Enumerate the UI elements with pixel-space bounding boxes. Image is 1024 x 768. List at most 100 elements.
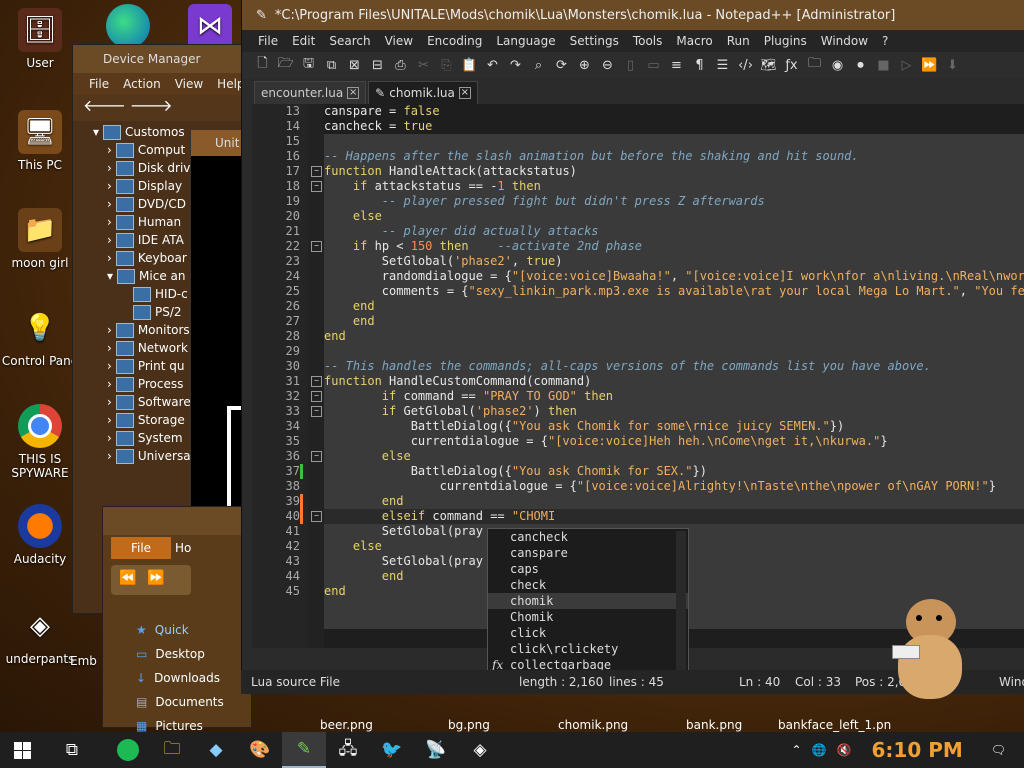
network-tray-icon[interactable]: 🌐 (812, 743, 827, 757)
save-all-icon[interactable]: ⧉ (323, 57, 340, 74)
close-tab-icon[interactable]: × (458, 87, 471, 99)
autocomplete-item[interactable]: caps (488, 561, 688, 577)
code-line[interactable]: 24 randomdialogue = {"[voice:voice]Bwaah… (286, 269, 1024, 284)
code-line[interactable]: 34 BattleDialog({"You ask Chomik for som… (286, 419, 1024, 434)
taskbar-notepadpp[interactable]: ✎ (282, 732, 326, 768)
menu-search[interactable]: Search (329, 34, 370, 48)
clock[interactable]: 6:10 PM (871, 738, 962, 762)
code-line[interactable]: 33− if GetGlobal('phase2') then (286, 404, 1024, 419)
monitoring-icon[interactable]: ◉ (829, 57, 846, 74)
paste-icon[interactable]: 📋 (461, 57, 478, 74)
word-wrap-icon[interactable]: ≡ (668, 57, 685, 74)
tab-chomik-lua[interactable]: ✎ chomik.lua × (368, 81, 478, 104)
code-line[interactable]: 23 SetGlobal('phase2', true) (286, 254, 1024, 269)
code-line[interactable]: 21 -- player did actually attacks (286, 224, 1024, 239)
taskbar-spotify[interactable] (106, 732, 150, 768)
tab-encounter-lua[interactable]: encounter.lua × (254, 81, 367, 104)
volume-mute-icon[interactable]: 🔇 (837, 743, 852, 757)
code-line[interactable]: 38 currentdialogue = {"[voice:voice]Alri… (286, 479, 1024, 494)
menu-action[interactable]: Action (123, 77, 161, 91)
hidden-icons-chevron-icon[interactable]: ⌃ (792, 743, 802, 757)
quick-access-item[interactable]: ▭ Desktop (136, 642, 224, 666)
file-name[interactable]: bankface_left_1.pn (778, 718, 891, 732)
xml-tag-icon[interactable]: ‹/› (737, 57, 754, 74)
fold-toggle-icon[interactable]: − (311, 181, 322, 192)
menu-file[interactable]: File (89, 77, 109, 91)
taskbar-unity[interactable]: ◈ (458, 732, 502, 768)
menu-edit[interactable]: Edit (292, 34, 315, 48)
code-line[interactable]: 30 -- This handles the commands; all-caps… (286, 359, 1024, 374)
code-line[interactable]: 31− function HandleCustomCommand(command) (286, 374, 1024, 389)
autocomplete-item[interactable]: check (488, 577, 688, 593)
code-line[interactable]: 40− elseif command == "CHOMI (286, 509, 1024, 524)
stop-macro-icon[interactable]: ■ (875, 57, 892, 74)
code-line[interactable]: 36− else (286, 449, 1024, 464)
menu-view[interactable]: View (175, 77, 203, 91)
desktop-icon-user[interactable]: 🗄 User (0, 8, 80, 70)
fold-toggle-icon[interactable]: − (311, 166, 322, 177)
fold-toggle-icon[interactable]: − (311, 241, 322, 252)
taskbar-network[interactable]: 🖧 (326, 732, 370, 768)
code-line[interactable]: 39 end (286, 494, 1024, 509)
indent-guide-icon[interactable]: ☰ (714, 57, 731, 74)
code-line[interactable]: 20 else (286, 209, 1024, 224)
zoom-out-icon[interactable]: ⊖ (599, 57, 616, 74)
open-file-icon[interactable]: 🗁 (277, 56, 294, 74)
notifications-icon[interactable]: 🗨 (991, 743, 1006, 757)
menu-encoding[interactable]: Encoding (427, 34, 482, 48)
taskbar-paint[interactable]: 🎨 (238, 732, 282, 768)
taskbar-mspaint[interactable]: ◆ (194, 732, 238, 768)
forward-icon[interactable]: ⏩ (147, 570, 164, 586)
quick-access-item[interactable]: ★ Quick (136, 618, 224, 642)
file-name[interactable]: chomik.png (558, 718, 628, 732)
code-line[interactable]: 29 (286, 344, 1024, 359)
desktop-icon-this-pc[interactable]: 🖥 This PC (0, 110, 80, 172)
code-line[interactable]: 22− if hp < 150 then --activate 2nd phas… (286, 239, 1024, 254)
autocomplete-item-selected[interactable]: chomik (488, 593, 688, 609)
new-file-icon[interactable]: 🗋 (254, 56, 271, 74)
close-tab-icon[interactable]: × (347, 87, 360, 99)
desktop-icon-chrome[interactable]: THIS IS SPYWARE (0, 404, 80, 480)
fold-toggle-icon[interactable]: − (311, 376, 322, 387)
code-line[interactable]: 19 -- player pressed fight but didn't pr… (286, 194, 1024, 209)
taskbar-bird[interactable]: 🐦 (370, 732, 414, 768)
autocomplete-item[interactable]: click (488, 625, 688, 641)
code-line[interactable]: 28 end (286, 329, 1024, 344)
menu-window[interactable]: Window (821, 34, 868, 48)
autocomplete-item[interactable]: Chomik (488, 609, 688, 625)
desktop-icon-moon-girl[interactable]: 📁 moon girl (0, 208, 80, 270)
hamster-desktop-pet[interactable] (890, 595, 970, 705)
find-icon[interactable]: ⌕ (530, 57, 547, 74)
fold-toggle-icon[interactable]: − (311, 451, 322, 462)
replace-icon[interactable]: ⟳ (553, 57, 570, 74)
print-icon[interactable]: ⎙ (392, 57, 409, 74)
redo-icon[interactable]: ↷ (507, 57, 524, 74)
record-macro-icon[interactable]: ⏺ (852, 57, 869, 74)
menu-tools[interactable]: Tools (633, 34, 663, 48)
code-line[interactable]: 25 comments = {"sexy_linkin_park.mp3.exe… (286, 284, 1024, 299)
fold-toggle-icon[interactable]: − (311, 406, 322, 417)
task-view-button[interactable]: ⧉ (50, 732, 94, 768)
code-line[interactable]: 32− if command == "PRAY TO GOD" then (286, 389, 1024, 404)
menu-help[interactable]: ? (882, 34, 888, 48)
code-line[interactable]: 16 -- Happens after the slash animation b… (286, 149, 1024, 164)
autocomplete-item[interactable]: click\rclickety (488, 641, 688, 657)
code-line[interactable]: 15 (286, 134, 1024, 149)
desktop-icon-control-panel[interactable]: 💡 Control Pane (0, 306, 80, 368)
explorer-home-tab[interactable]: Ho (175, 537, 191, 559)
menu-file[interactable]: File (258, 34, 278, 48)
close-icon[interactable]: ⊠ (346, 57, 363, 74)
forward-arrow-icon[interactable]: 🡒 (130, 96, 173, 115)
desktop-icon-underpants[interactable]: ◈ underpants (0, 604, 80, 666)
code-line[interactable]: 17− function HandleAttack(attackstatus) (286, 164, 1024, 179)
menu-run[interactable]: Run (727, 34, 750, 48)
sync-h-icon[interactable]: ▭ (645, 57, 662, 74)
code-line[interactable]: 13 canspare = false (286, 104, 1024, 119)
play-multiple-icon[interactable]: ⏩ (921, 57, 938, 74)
quick-access-item[interactable]: ↓ Downloads (136, 666, 224, 690)
menu-settings[interactable]: Settings (570, 34, 619, 48)
play-macro-icon[interactable]: ▷ (898, 57, 915, 74)
fold-toggle-icon[interactable]: − (311, 391, 322, 402)
code-line[interactable]: 37 BattleDialog({"You ask Chomik for SEX… (286, 464, 1024, 479)
desktop-icon-audacity[interactable]: Audacity (0, 504, 80, 566)
